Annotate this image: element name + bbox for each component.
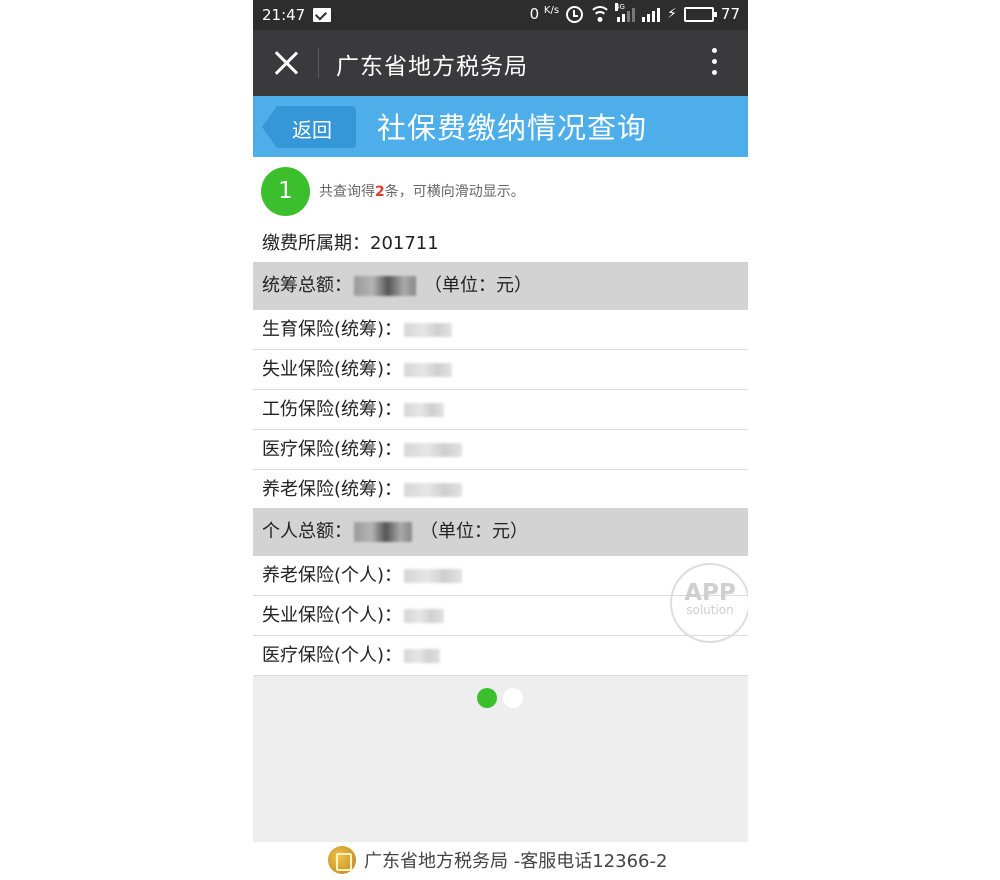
blurred-amount: [404, 649, 441, 663]
list-item: 工伤保险(统筹)：: [253, 390, 748, 430]
blurred-amount: [404, 569, 463, 583]
blurred-amount: [404, 403, 445, 417]
blurred-amount: [404, 483, 463, 497]
wifi-icon: [590, 6, 611, 22]
message-notification-icon: [313, 8, 331, 22]
list-item: 医疗保险(统筹)：: [253, 430, 748, 470]
page-number-badge: 1: [261, 166, 310, 216]
page-header: 返回 社保费缴纳情况查询: [253, 96, 748, 157]
page-dot-active[interactable]: [477, 688, 497, 708]
page-dot[interactable]: [503, 688, 523, 708]
back-button-label: 返回: [292, 118, 332, 142]
app-title: 广东省地方税务局: [336, 54, 528, 80]
app-title-bar: 广东省地方税务局: [253, 30, 748, 96]
status-bar: 21:47 0 K/s 4G ⚡ 77: [253, 0, 748, 30]
tax-bureau-logo-icon: [328, 846, 356, 874]
list-item: 养老保险(统筹)：: [253, 470, 748, 510]
network-speed: 0 K/s: [529, 5, 560, 23]
summary-text: 共查询得2条，可横向滑动显示。: [319, 184, 525, 200]
status-time: 21:47: [262, 6, 306, 24]
personal-total-label: 个人总额：: [262, 521, 352, 542]
list-item: 生育保险(统筹)：: [253, 310, 748, 350]
close-icon[interactable]: [273, 50, 299, 76]
divider: [318, 48, 319, 78]
blurred-amount: [354, 522, 412, 542]
app-solution-watermark: APP solution: [670, 563, 748, 643]
signal-4g-icon: 4G: [615, 3, 636, 22]
pooled-total-row: 统筹总额： （单位：元）: [253, 262, 748, 310]
pooled-total-label: 统筹总额：: [262, 275, 352, 296]
personal-total-unit: （单位：元）: [420, 521, 528, 542]
blurred-amount: [404, 443, 463, 457]
result-count: 2: [375, 184, 385, 200]
page-indicator[interactable]: [477, 688, 523, 708]
status-indicators: 0 K/s 4G ⚡ 77: [529, 3, 740, 23]
back-button[interactable]: 返回: [262, 106, 356, 148]
alarm-icon: [566, 5, 584, 23]
page-title: 社保费缴纳情况查询: [377, 111, 648, 145]
list-item: 医疗保险(个人)：: [253, 636, 748, 676]
charging-icon: ⚡: [667, 6, 677, 22]
blurred-amount: [404, 609, 445, 623]
list-item: 失业保险(统筹)：: [253, 350, 748, 390]
blurred-amount: [354, 276, 416, 296]
result-summary: 1 共查询得2条，可横向滑动显示。: [261, 166, 525, 216]
more-vertical-icon[interactable]: [712, 48, 718, 78]
payment-period-value: 201711: [370, 233, 439, 254]
battery-level: 77: [720, 5, 740, 23]
blurred-amount: [404, 323, 453, 337]
personal-total-row: 个人总额： （单位：元）: [253, 508, 748, 556]
footer: 广东省地方税务局 -客服电话12366-2: [328, 845, 667, 875]
blurred-amount: [404, 363, 453, 377]
signal-icon: [642, 6, 661, 22]
footer-text: 广东省地方税务局 -客服电话12366-2: [364, 851, 668, 872]
battery-icon: [683, 6, 717, 22]
payment-period: 缴费所属期：201711: [262, 233, 439, 254]
phone-screen: 21:47 0 K/s 4G ⚡ 77 广东省地方税务局 返回 社保费缴纳情况查…: [253, 0, 748, 842]
pooled-total-unit: （单位：元）: [424, 275, 532, 296]
